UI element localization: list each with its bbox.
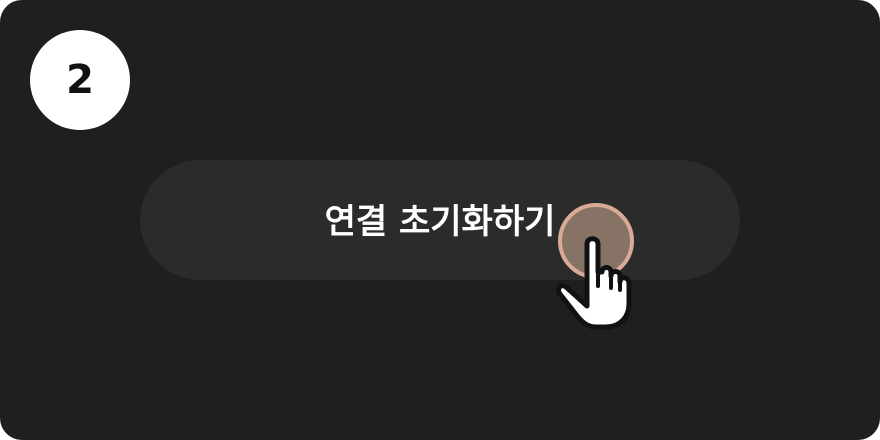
step-number-badge: 2 <box>30 30 130 130</box>
hand-pointer-icon <box>556 236 632 330</box>
tutorial-card: 2 연결 초기화하기 <box>0 0 880 440</box>
step-number: 2 <box>66 57 94 103</box>
reset-connection-label: 연결 초기화하기 <box>324 201 556 242</box>
